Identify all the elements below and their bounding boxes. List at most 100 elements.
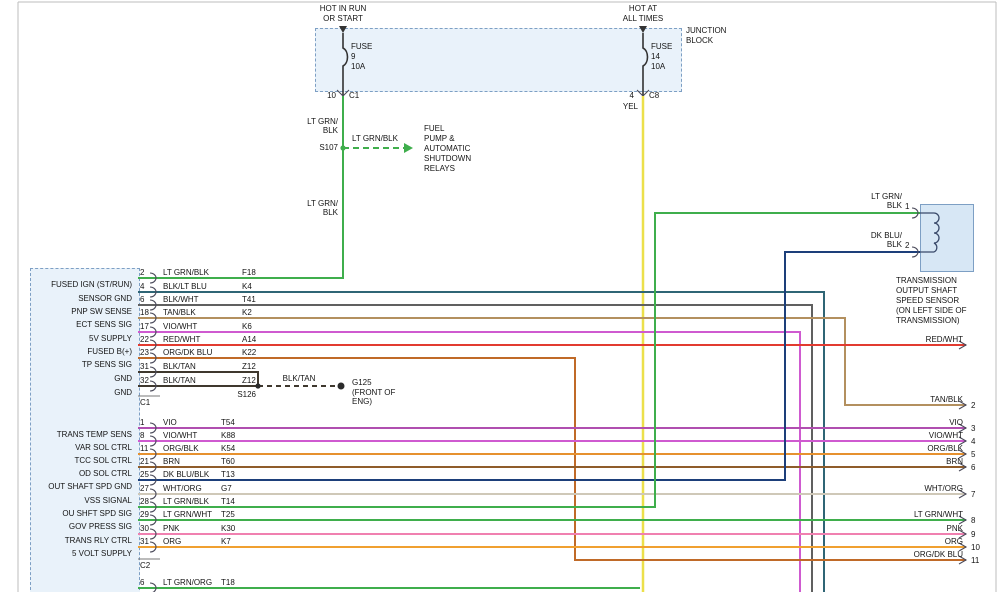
signal-label: FUSED B(+) [34, 347, 132, 356]
circuit-code: T13 [221, 470, 235, 479]
wire-color-label: VIO/WHT [163, 431, 197, 440]
signal-label: ECT SENS SIG [34, 320, 132, 329]
wires-layer [0, 0, 998, 592]
signal-label: OD SOL CTRL [34, 469, 132, 478]
circuit-code: T14 [221, 497, 235, 506]
wire-color-label: BLK/LT BLU [163, 282, 207, 291]
stub-pin: 3 [971, 424, 975, 433]
splice-s126-dot [255, 383, 260, 388]
wire-color-label: TAN/BLK [163, 308, 196, 317]
fuse-word: FUSE [651, 42, 672, 52]
circuit-code: K6 [242, 322, 252, 331]
fuse-word: FUSE [351, 42, 372, 52]
pin-number: 6 [140, 578, 144, 587]
circuit-code: T54 [221, 418, 235, 427]
pin-number: 32 [140, 376, 149, 385]
circuit-code: T60 [221, 457, 235, 466]
circuit-code: K22 [242, 348, 256, 357]
fuse-14-wire [643, 33, 648, 96]
wire-color-label: LT GRN/BLK [163, 268, 209, 277]
stub-label: ORG [856, 537, 963, 546]
fuse-9-wire [343, 33, 348, 96]
wire-color-label: LT GRN/BLK [163, 497, 209, 506]
stub-label: VIO/WHT [856, 431, 963, 440]
power-feed-left-line1: HOT IN RUN [303, 4, 383, 14]
wire-color-label: LT GRN/ BLK [856, 192, 902, 210]
wire-color-label: ORG/DK BLU [163, 348, 212, 357]
pin-number: 8 [140, 431, 144, 440]
circuit-code: A14 [242, 335, 256, 344]
pin-number: 25 [140, 470, 149, 479]
down-arrow-icon [339, 26, 347, 33]
pin-number: 1 [140, 418, 144, 427]
circuit-code: K4 [242, 282, 252, 291]
wire-color-label: WHT/ORG [163, 484, 202, 493]
stub-label: LT GRN/WHT [856, 510, 963, 519]
pin-number: 18 [140, 308, 149, 317]
power-feed-wires [337, 26, 649, 96]
wire-color-label: PNK [163, 524, 179, 533]
wire-color-line1: LT GRN/ [856, 192, 902, 201]
pin-number: 30 [140, 524, 149, 533]
pin-number: 11 [140, 444, 148, 453]
stub-label: ORG/BLK [856, 444, 963, 453]
relay-line: AUTOMATIC [424, 144, 471, 154]
circuit-code: F18 [242, 268, 256, 277]
fuse-number: 9 [351, 52, 372, 62]
fuse-9-pin: 10 [316, 91, 336, 100]
ground-location-line1: (FRONT OF [352, 388, 395, 397]
circuit-code: Z12 [242, 362, 256, 371]
sensor-caption-line: TRANSMISSION) [896, 316, 967, 326]
wire-color-label: LT GRN/ORG [163, 578, 212, 587]
wire-color-line2: BLK [298, 208, 338, 217]
circuit-code: T18 [221, 578, 235, 587]
splice-s126-label: S126 [230, 390, 256, 399]
signal-label: FUSED IGN (ST/RUN) [34, 280, 132, 289]
pin-number: 28 [140, 497, 149, 506]
ground-location-label: (FRONT OF ENG) [352, 388, 395, 406]
wire-color-label: RED/WHT [163, 335, 200, 344]
wire-color-label: YEL [604, 102, 638, 111]
stub-label: RED/WHT [856, 335, 963, 344]
wire-color-label: BLK/TAN [163, 362, 196, 371]
circuit-code: K7 [221, 537, 231, 546]
fuse-rating: 10A [651, 62, 672, 72]
pin-number: 31 [140, 362, 149, 371]
wiring-diagram-page: HOT IN RUN OR START HOT AT ALL TIMES JUN… [0, 0, 998, 592]
signal-label: 5V SUPPLY [34, 334, 132, 343]
wire-color-label: BRN [163, 457, 180, 466]
wire-color-label: VIO [163, 418, 177, 427]
pin-number: 22 [140, 335, 149, 344]
fuse-14-pin: 4 [614, 91, 634, 100]
stub-pin: 2 [971, 401, 975, 410]
fuse-rating: 10A [351, 62, 372, 72]
wire-color-line1: LT GRN/ [298, 199, 338, 208]
sensor-symbols [912, 208, 939, 257]
fuse-number: 14 [651, 52, 672, 62]
pin-number: 29 [140, 510, 149, 519]
signal-label: TCC SOL CTRL [34, 456, 132, 465]
sensor-caption-line: TRANSMISSION [896, 276, 967, 286]
stub-pin: 6 [971, 463, 975, 472]
sensor-caption-line: (ON LEFT SIDE OF [896, 306, 967, 316]
power-feed-left-line2: OR START [303, 14, 383, 24]
wire-color-line2: BLK [856, 240, 902, 249]
signal-label: GND [34, 374, 132, 383]
pin-number: 27 [140, 484, 149, 493]
circuit-code: T25 [221, 510, 235, 519]
signal-label: PNP SW SENSE [34, 307, 132, 316]
relay-line: FUEL [424, 124, 471, 134]
circuit-code: T41 [242, 295, 256, 304]
signal-label: OUT SHAFT SPD GND [34, 482, 132, 491]
signal-label: SENSOR GND [34, 294, 132, 303]
stub-label: VIO [856, 418, 963, 427]
wire-color-label: BLK/TAN [163, 376, 196, 385]
relay-line: SHUTDOWN [424, 154, 471, 164]
connector-c1-label: C1 [140, 398, 150, 407]
wire-color-label: DK BLU/BLK [163, 470, 209, 479]
power-feed-right-label: HOT AT ALL TIMES [603, 4, 683, 24]
wire-color-label: LT GRN/ BLK [298, 117, 338, 135]
fuse-14-label: FUSE 14 10A [651, 42, 672, 72]
splice-s107-dot [340, 145, 345, 150]
stub-label: WHT/ORG [856, 484, 963, 493]
